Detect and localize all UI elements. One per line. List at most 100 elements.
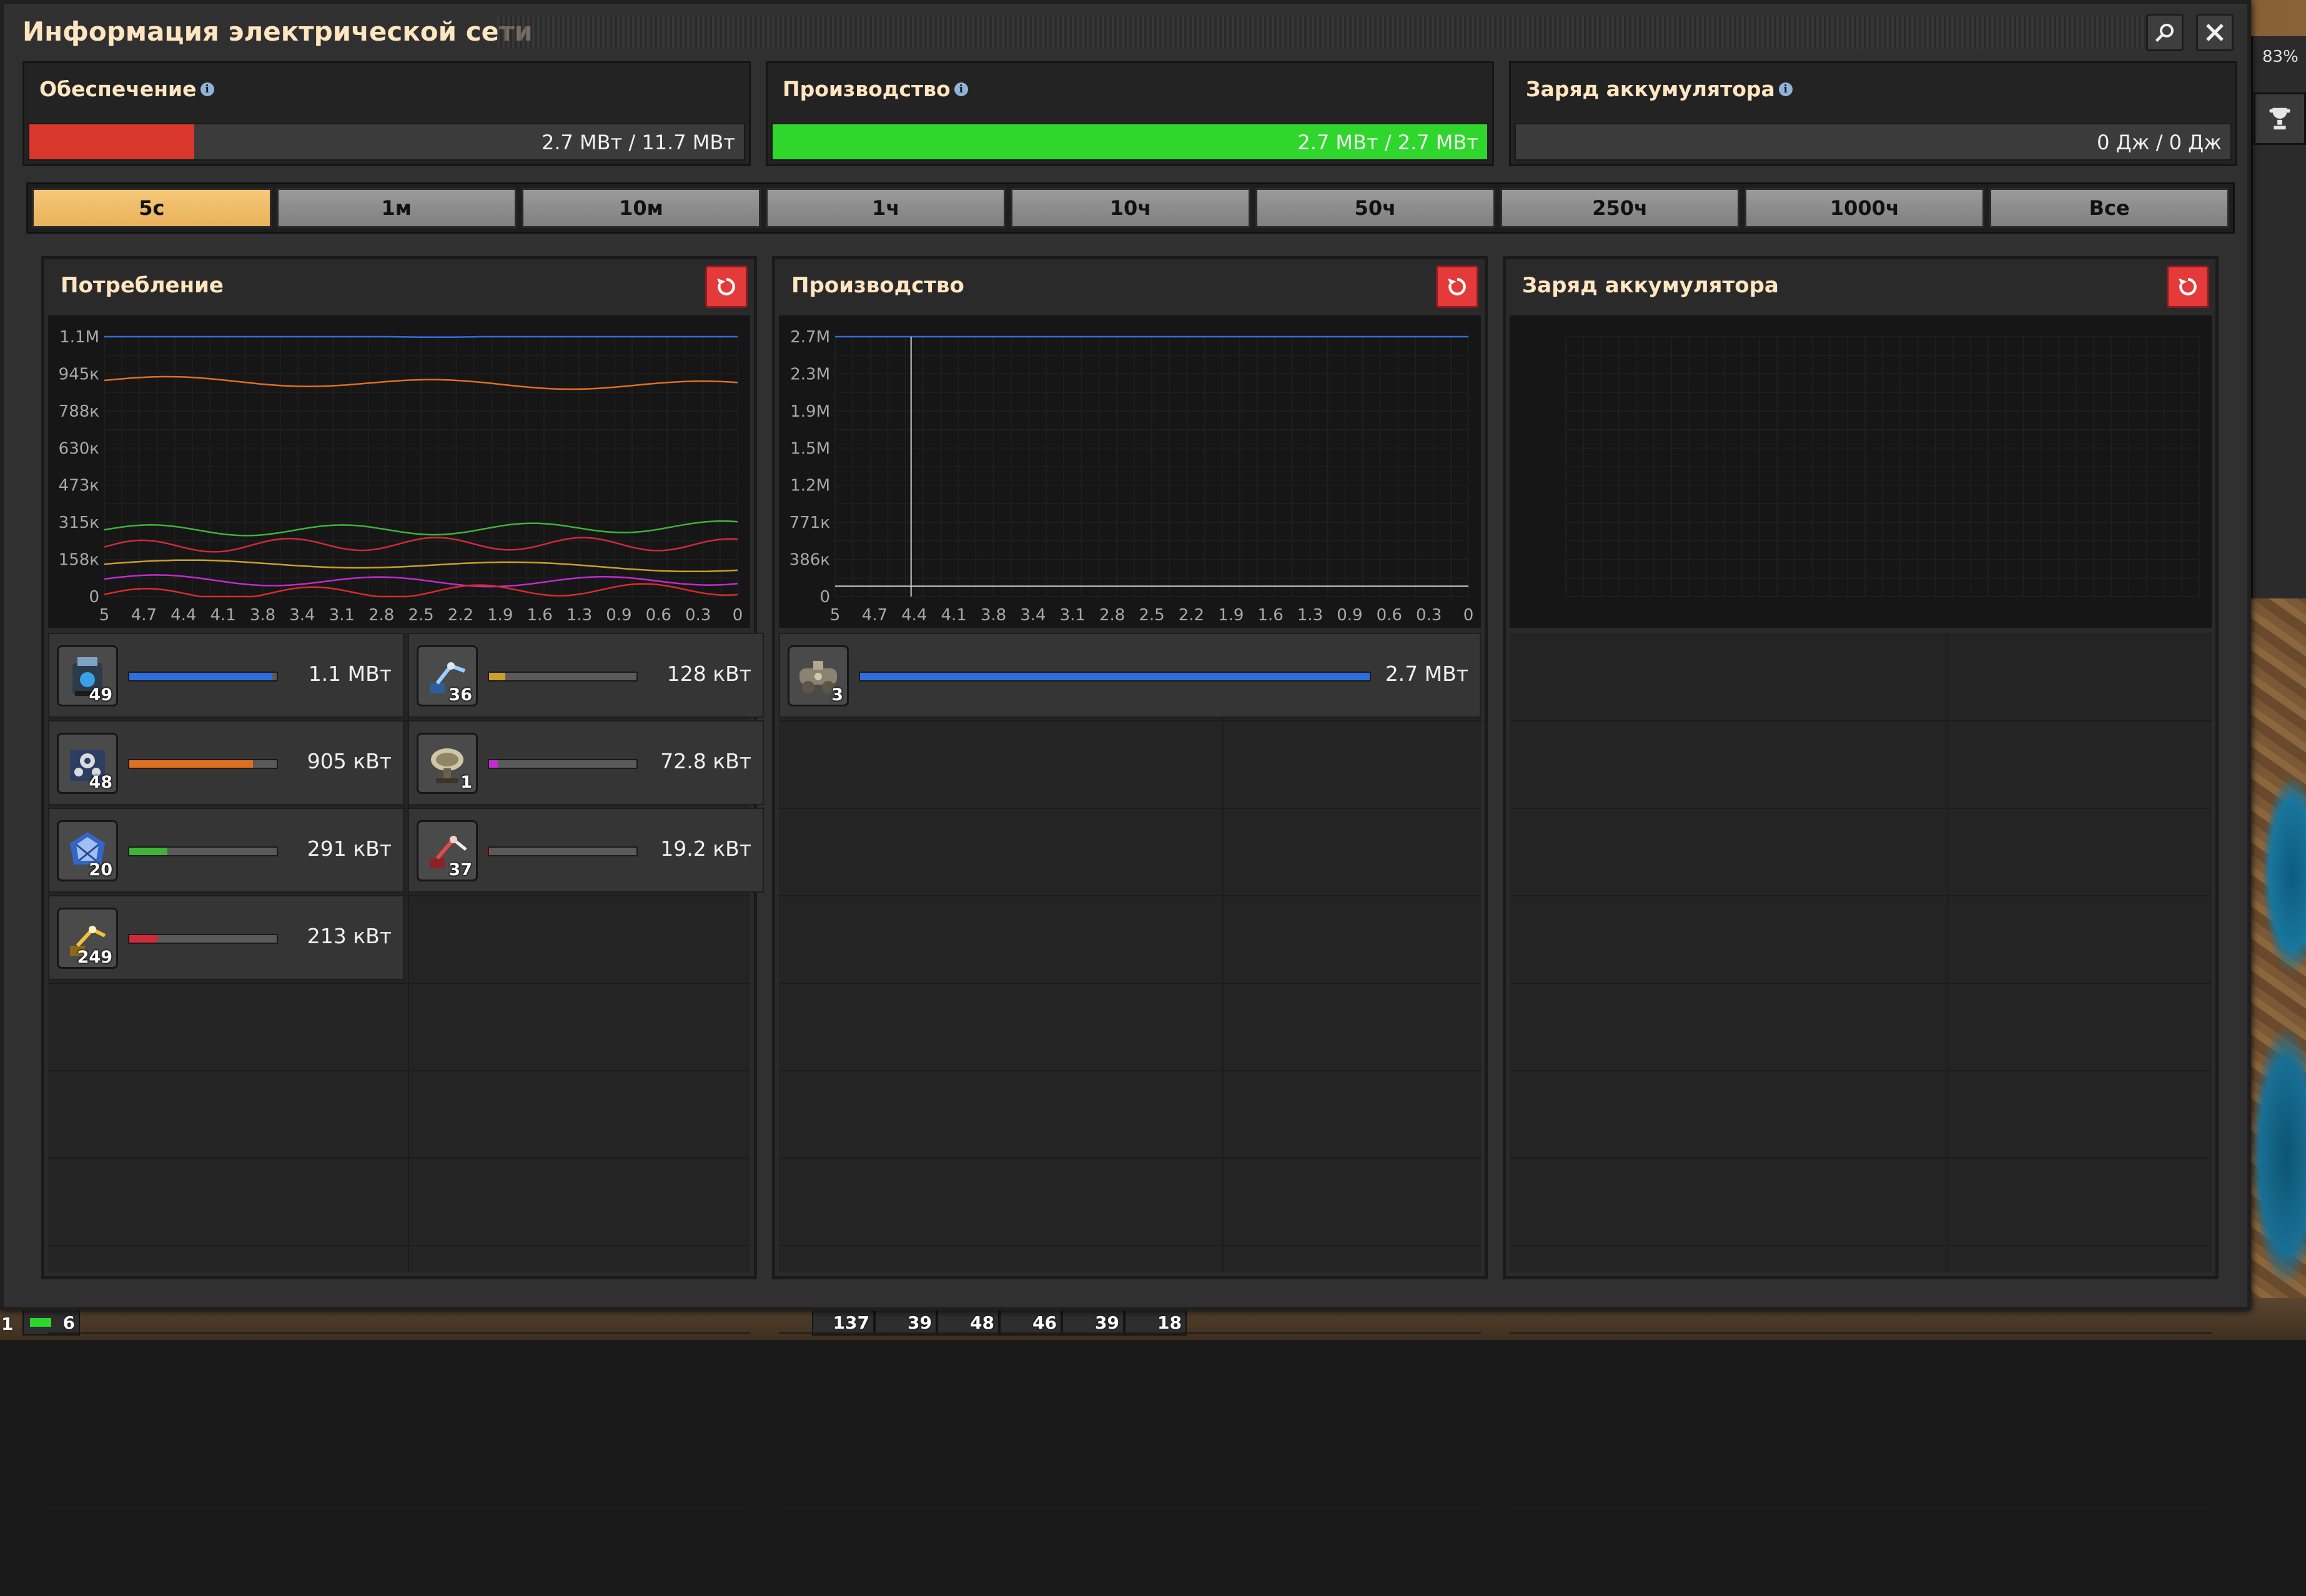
tab-1h[interactable]: 1ч (766, 188, 1006, 228)
production-graph-svg: 2.7М2.3М1.9М1.5М1.2М771к386к05 4.7 4.4 4.1 3… (789, 328, 1474, 625)
entity-power-value: 2.7 МВт (1385, 662, 1468, 686)
entity-icon-slot[interactable]: 37 (417, 820, 478, 881)
y-tick-label: 1.5М (790, 439, 830, 458)
entity-power-bar-fill (489, 760, 498, 768)
accumulator-value: 0 Дж / 0 Дж (2097, 131, 2222, 154)
accumulator-entity-list (1510, 633, 2212, 1596)
reset-consumption-button[interactable] (705, 265, 748, 308)
quickbar-slot-count: 48 (970, 1312, 994, 1333)
list-row-divider (48, 983, 750, 984)
entity-row[interactable]: 37 19.2 кВт (408, 808, 764, 893)
accumulator-panel: Заряд аккумулятора (1503, 256, 2219, 1596)
entity-icon-slot[interactable]: 249 (57, 908, 118, 969)
accumulator-graph (1510, 315, 2212, 628)
info-icon[interactable]: i (200, 82, 214, 96)
y-tick-label: 945к (59, 365, 99, 384)
y-tick-label: 630к (59, 439, 99, 458)
entity-power-bar-fill (489, 673, 505, 680)
production-summary: Производство i 2.7 МВт / 2.7 МВт (766, 61, 1494, 166)
list-row-divider (779, 1070, 1481, 1071)
entity-row[interactable]: 3 2.7 МВт (779, 633, 1481, 718)
entity-power-bar (488, 672, 638, 682)
tab-1000h[interactable]: 1000ч (1744, 188, 1985, 228)
entity-power-value: 72.8 кВт (660, 749, 751, 773)
x-tick-label: 2.2 (1179, 606, 1204, 625)
reset-production-button[interactable] (1436, 265, 1478, 308)
y-tick-label: 0 (819, 588, 830, 607)
tab-1m[interactable]: 1м (276, 188, 517, 228)
list-row-divider (48, 1507, 750, 1509)
time-range-tabs: 5с 1м 10м 1ч 10ч 50ч 250ч 1000ч Все (26, 182, 2235, 234)
entity-count: 20 (89, 860, 112, 880)
search-icon (2155, 24, 2174, 42)
entity-row[interactable]: 49 1.1 МВт (48, 633, 404, 718)
quickbar-slot-count: 39 (908, 1312, 932, 1333)
x-tick-label: 1.9 (487, 606, 513, 625)
x-tick-label: 3.1 (1060, 606, 1086, 625)
list-row-divider (1510, 983, 2212, 984)
x-tick-label: 0.6 (646, 606, 671, 625)
entity-icon-slot[interactable]: 49 (57, 645, 118, 706)
titlebar-drag-handle[interactable] (497, 16, 2146, 49)
info-icon[interactable]: i (954, 82, 968, 96)
reset-accumulator-button[interactable] (2167, 265, 2209, 308)
entity-row[interactable]: 249 213 кВт (48, 895, 404, 980)
entity-row[interactable]: 1 72.8 кВт (408, 720, 764, 805)
entity-icon-slot[interactable]: 1 (417, 733, 478, 794)
y-tick-label: 2.7М (790, 328, 830, 347)
battery-icon (30, 1318, 51, 1327)
list-row-divider (48, 1420, 750, 1421)
entity-power-bar-fill (129, 673, 272, 680)
x-tick-label: 5 (99, 606, 110, 625)
entity-count: 3 (831, 685, 843, 705)
entity-count: 36 (448, 685, 472, 705)
y-tick-label: 386к (789, 551, 830, 570)
x-tick-label: 0.6 (1377, 606, 1402, 625)
window-titlebar[interactable]: Информация электрической сети (4, 4, 2247, 61)
entity-power-bar-fill (129, 848, 168, 855)
entity-power-bar (128, 672, 278, 682)
entity-row[interactable]: 36 128 кВт (408, 633, 764, 718)
quickbar-slot-count: 46 (1032, 1312, 1057, 1333)
entity-icon-slot[interactable]: 36 (417, 645, 478, 706)
x-tick-label: 1.3 (567, 606, 592, 625)
trophy-icon (2269, 107, 2290, 130)
list-row-divider (1510, 1070, 2212, 1071)
entity-power-value: 128 кВт (666, 662, 751, 686)
list-column-divider (1947, 633, 1948, 1272)
entity-power-bar-fill (129, 760, 254, 768)
entity-icon-slot[interactable]: 48 (57, 733, 118, 794)
x-tick-label: 3.1 (329, 606, 355, 625)
tab-10h[interactable]: 10ч (1011, 188, 1250, 228)
production-entity-list: 3 2.7 МВт (779, 633, 1481, 1596)
window-title: Информация электрической сети (22, 16, 533, 47)
quickbar-slot-count: 6 (62, 1312, 75, 1333)
tab-250h[interactable]: 250ч (1500, 188, 1740, 228)
entity-row[interactable]: 20 291 кВт (48, 808, 404, 893)
achievements-button[interactable] (2254, 92, 2306, 145)
supply-summary: Обеспечение i 2.7 МВт / 11.7 МВт (22, 61, 751, 166)
x-tick-label: 0.3 (685, 606, 711, 625)
close-button[interactable] (2196, 14, 2234, 51)
list-row-divider (1510, 1507, 2212, 1509)
tab-50h[interactable]: 50ч (1255, 188, 1495, 228)
production-graph: 2.7М 2.3М 1.9М 1.5М 1.2М 771к 386к 0 5 4.7 4.4 4.1 3… (779, 315, 1481, 628)
entity-icon-slot[interactable]: 3 (788, 645, 849, 706)
x-tick-label: 5 (830, 606, 841, 625)
info-icon[interactable]: i (1778, 82, 1793, 96)
search-button[interactable] (2146, 14, 2184, 51)
tab-all[interactable]: Все (1989, 188, 2230, 228)
x-tick-label: 0.3 (1416, 606, 1442, 625)
tab-5s[interactable]: 5с (32, 188, 272, 228)
y-tick-label: 315к (59, 513, 99, 532)
x-tick-label: 4.7 (862, 606, 888, 625)
entity-row[interactable]: 48 905 кВт (48, 720, 404, 805)
y-tick-label: 771к (789, 513, 830, 532)
entity-icon-slot[interactable]: 20 (57, 820, 118, 881)
quickbar-slot-count: 39 (1095, 1312, 1119, 1333)
tab-10m[interactable]: 10м (521, 188, 761, 228)
x-tick-label: 4.4 (171, 606, 196, 625)
production-bar: 2.7 МВт / 2.7 МВт (771, 123, 1488, 161)
consumption-entity-list: 49 1.1 МВт 36 128 кВт 48 905 кВт 1 72.8 кВт 20 29… (48, 633, 764, 1596)
list-row-divider (779, 1245, 1481, 1246)
